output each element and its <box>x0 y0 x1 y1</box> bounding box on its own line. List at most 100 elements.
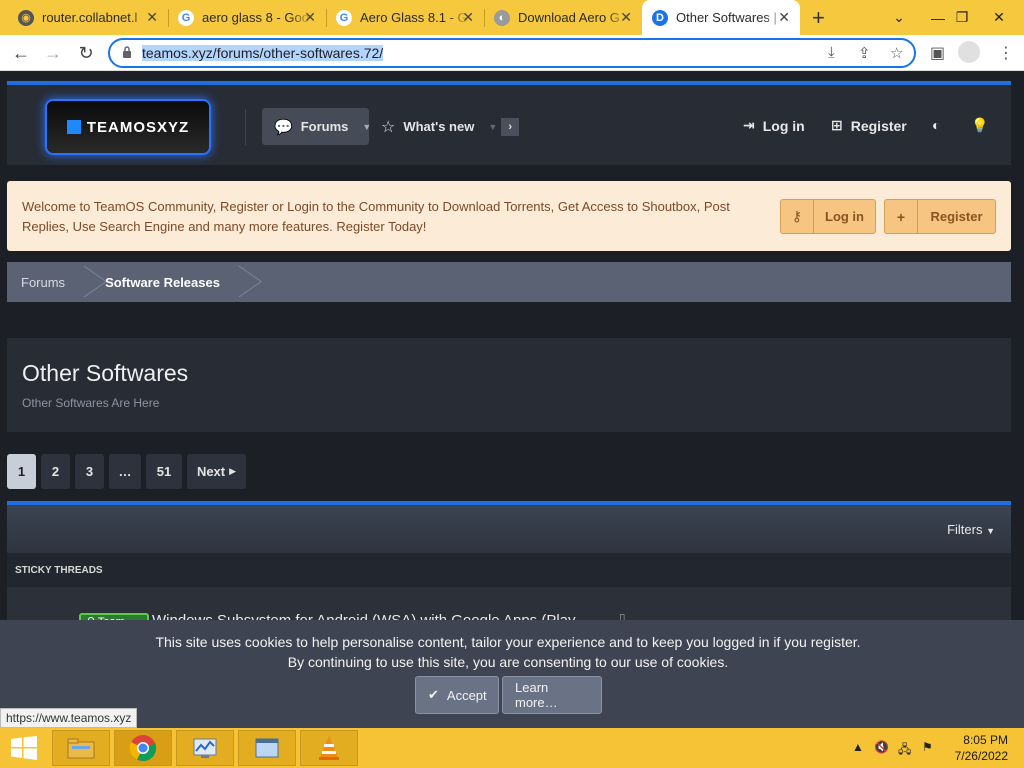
close-window-icon[interactable]: ✕ <box>976 0 1022 35</box>
action-center-icon[interactable]: ⚑ <box>922 740 933 754</box>
file-explorer-icon[interactable] <box>52 730 110 766</box>
cookie-accept-button[interactable]: ✔ Accept <box>415 676 499 714</box>
cookie-message: This site uses cookies to help personali… <box>0 632 1016 672</box>
header-register-button[interactable]: ⊞ Register <box>831 117 907 134</box>
tab-title: Download Aero G <box>518 10 620 25</box>
nav-whats-new[interactable]: ☆ What's new ▼ › <box>381 108 520 145</box>
cookie-notice: This site uses cookies to help personali… <box>0 620 1024 728</box>
chevron-down-icon: ▼ <box>986 526 995 536</box>
lock-icon <box>123 46 131 58</box>
cookie-line-1: This site uses cookies to help personali… <box>155 634 861 650</box>
tab-title: Aero Glass 8.1 - G <box>360 10 468 25</box>
welcome-register-button[interactable]: + Register <box>884 199 996 234</box>
page-ellipsis-button[interactable]: … <box>109 454 141 489</box>
menu-kebab-icon[interactable]: ⋮ <box>998 43 1014 63</box>
filters-button[interactable]: Filters ▼ <box>947 522 995 537</box>
tab-aero-glass-81[interactable]: G Aero Glass 8.1 - G ✕ <box>326 0 484 35</box>
plus-icon: + <box>885 200 918 233</box>
close-icon[interactable]: ✕ <box>304 9 316 26</box>
register-label: Register <box>850 117 907 134</box>
chevron-down-icon[interactable]: ▼ <box>362 122 371 132</box>
network-icon[interactable]: 🖧 <box>898 740 911 761</box>
address-bar[interactable]: teamos.xyz/forums/other-softwares.72/ ⤓ … <box>108 38 916 68</box>
forums-icon: 💬 <box>274 118 293 136</box>
nav-forums[interactable]: 💬 Forums ▼ <box>262 108 371 145</box>
google-icon: G <box>336 9 352 26</box>
new-tab-button[interactable]: + <box>812 5 825 31</box>
side-panel-icon[interactable]: ▣ <box>930 43 945 63</box>
share-icon[interactable]: ⇪ <box>858 44 871 62</box>
cookie-line-2: By continuing to use this site, you are … <box>287 654 729 670</box>
performance-monitor-icon[interactable] <box>176 730 234 766</box>
vlc-icon[interactable] <box>300 730 358 766</box>
caret-right-icon: ▶ <box>229 466 237 476</box>
welcome-login-button[interactable]: ⚷ Log in <box>780 199 876 234</box>
learn-more-label: Learn more… <box>515 680 558 710</box>
start-button[interactable] <box>10 736 38 760</box>
clock-time: 8:05 PM <box>963 733 1008 747</box>
checkmark-icon: ✔ <box>428 687 439 702</box>
next-label: Next <box>196 464 226 479</box>
close-icon[interactable]: ✕ <box>778 9 790 26</box>
windows-taskbar: ▲ 🔇 🖧 ⚑ 8:05 PM 7/26/2022 <box>0 728 1024 768</box>
breadcrumb-software-releases[interactable]: Software Releases <box>91 262 234 302</box>
url-text[interactable]: teamos.xyz/forums/other-softwares.72/ <box>142 45 384 61</box>
teamos-icon: D <box>652 9 668 26</box>
page-subtitle: Other Softwares Are Here <box>22 396 160 410</box>
back-icon[interactable]: ← <box>8 41 34 65</box>
close-icon[interactable]: ✕ <box>462 9 474 26</box>
chrome-icon[interactable] <box>114 730 172 766</box>
profile-avatar[interactable] <box>958 41 980 63</box>
browser-toolbar: ← → ↻ teamos.xyz/forums/other-softwares.… <box>0 35 1024 71</box>
site-icon: ◐ <box>494 9 510 26</box>
tray-overflow-icon[interactable]: ▲ <box>852 740 864 754</box>
key-icon: ⚷ <box>781 200 814 233</box>
close-icon[interactable]: ✕ <box>620 9 632 26</box>
tab-title: Other Softwares | <box>676 10 777 25</box>
clock-date: 7/26/2022 <box>954 749 1008 763</box>
system-clock[interactable]: 8:05 PM 7/26/2022 <box>946 732 1008 764</box>
tab-router[interactable]: ◉ router.collabnet.l ✕ <box>8 0 168 35</box>
next-page-button[interactable]: Next ▶ <box>187 454 246 489</box>
filters-label: Filters <box>947 522 983 537</box>
forum-title-block: Other Softwares Other Softwares Are Here <box>7 338 1011 432</box>
bookmark-star-icon[interactable]: ☆ <box>890 44 903 62</box>
close-icon[interactable]: ✕ <box>146 9 158 26</box>
welcome-notice: Welcome to TeamOS Community, Register or… <box>7 181 1011 251</box>
cookie-learn-more-button[interactable]: Learn more… <box>502 676 602 714</box>
star-icon: ☆ <box>381 118 396 136</box>
page-3-button[interactable]: 3 <box>75 454 104 489</box>
tab-other-softwares[interactable]: D Other Softwares | ✕ <box>642 0 800 35</box>
browser-tab-strip: ◉ router.collabnet.l ✕ G aero glass 8 - … <box>0 0 1024 35</box>
install-icon[interactable]: ⤓ <box>828 44 835 61</box>
welcome-register-label: Register <box>930 209 983 224</box>
welcome-text: Welcome to TeamOS Community, Register or… <box>22 199 730 234</box>
tab-aero-glass-8[interactable]: G aero glass 8 - Goo ✕ <box>168 0 326 35</box>
login-label: Log in <box>762 117 805 134</box>
accept-label: Accept <box>446 687 487 703</box>
header-login-button[interactable]: ⇥ Log in <box>743 117 805 134</box>
router-icon: ◉ <box>18 9 34 26</box>
page-2-button[interactable]: 2 <box>41 454 70 489</box>
theme-toggle-icon[interactable]: ◐ <box>932 117 940 133</box>
breadcrumb: Forums Software Releases <box>7 262 1011 302</box>
reload-icon[interactable]: ↻ <box>73 41 99 65</box>
sticky-threads-header: STICKY THREADS <box>7 553 1011 587</box>
page-51-button[interactable]: 51 <box>146 454 182 489</box>
app-window-icon[interactable] <box>238 730 296 766</box>
site-logo[interactable]: TEAMOSXYZ <box>45 99 211 155</box>
filter-bar: Filters ▼ <box>7 505 1011 553</box>
windows-logo-icon <box>11 736 37 760</box>
chevron-down-icon[interactable]: ▼ <box>488 122 497 132</box>
forward-icon[interactable]: → <box>40 41 66 65</box>
link-status-bubble: https://www.teamos.xyz <box>0 708 138 728</box>
page-1-button[interactable]: 1 <box>7 454 36 489</box>
web-page: TEAMOSXYZ 💬 Forums ▼ ☆ What's new ▼ › ⇥ L… <box>0 72 1024 728</box>
windows-icon <box>66 120 81 134</box>
site-header: TEAMOSXYZ 💬 Forums ▼ ☆ What's new ▼ › ⇥ L… <box>7 81 1011 165</box>
tab-download-aero[interactable]: ◐ Download Aero G ✕ <box>484 0 642 35</box>
nav-forums-label: Forums <box>300 119 349 134</box>
volume-muted-icon[interactable]: 🔇 <box>874 740 889 754</box>
chevron-right-icon[interactable]: › <box>501 117 520 136</box>
lightbulb-icon[interactable]: 💡 <box>971 117 988 134</box>
